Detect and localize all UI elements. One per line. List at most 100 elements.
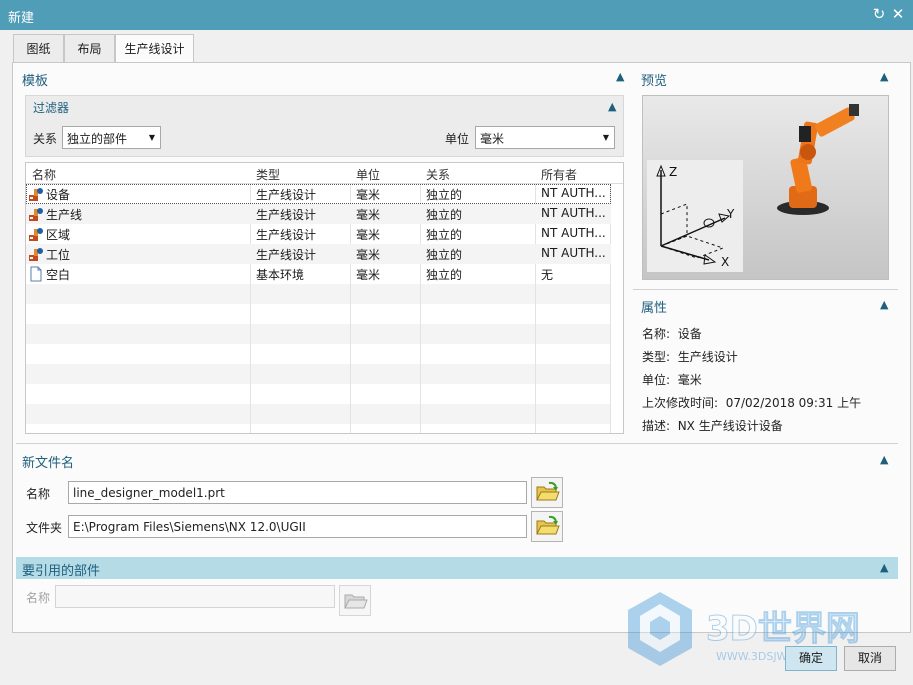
cell-relation: 独立的 (426, 248, 463, 262)
cell-unit: 毫米 (356, 228, 381, 242)
blank-file-icon (30, 266, 42, 282)
table-row-production-line[interactable]: 生产线 生产线设计 毫米 独立的 NT AUTH... (26, 204, 611, 224)
cell-type: 生产线设计 (256, 208, 317, 222)
folder-field[interactable] (68, 515, 527, 538)
property-label: 单位: (642, 373, 671, 387)
ref-name-field[interactable] (55, 585, 335, 608)
cancel-button[interactable]: 取消 (844, 646, 896, 671)
table-row-blank[interactable]: 空白 基本环境 毫米 独立的 无 (26, 264, 611, 284)
column-header-unit[interactable]: 单位 (356, 166, 380, 183)
browse-folder-button[interactable] (531, 511, 563, 542)
title-bar: 新建 ↻ ✕ (0, 0, 913, 30)
cell-unit: 毫米 (356, 188, 381, 202)
column-header-owner[interactable]: 所有者 (541, 166, 577, 183)
referenced-parts-section-title: 要引用的部件 (22, 564, 101, 579)
ok-button[interactable]: 确定 (785, 646, 837, 671)
properties-section-title: 属性 (641, 301, 668, 316)
unit-label: 单位 (445, 132, 470, 146)
window-title: 新建 (8, 11, 35, 26)
cell-type: 生产线设计 (256, 188, 317, 202)
cell-owner: NT AUTH... (541, 246, 606, 260)
table-row-station[interactable]: 工位 生产线设计 毫米 独立的 NT AUTH... (26, 244, 611, 264)
cell-name: 空白 (46, 268, 71, 282)
cell-owner: NT AUTH... (541, 226, 606, 240)
property-label: 描述: (642, 419, 671, 433)
browse-filename-button[interactable] (531, 477, 563, 508)
new-filename-section-title: 新文件名 (22, 456, 75, 471)
table-row-empty (26, 404, 611, 424)
assembly-robot-icon (29, 248, 43, 261)
y-axis-label: Y (726, 207, 735, 221)
cell-unit: 毫米 (356, 268, 381, 282)
property-type: 类型: 生产线设计 (642, 348, 738, 365)
x-axis-label: X (721, 255, 729, 269)
cell-relation: 独立的 (426, 228, 463, 242)
tab-layout[interactable]: 布局 (64, 34, 115, 63)
collapse-new-filename-icon[interactable]: ▲ (880, 453, 888, 466)
preview-section-title: 预览 (641, 74, 668, 89)
collapse-filter-icon[interactable]: ▲ (608, 100, 616, 113)
divider (633, 289, 898, 290)
robot-model (777, 104, 859, 215)
z-axis-label: Z (669, 165, 677, 179)
unit-select[interactable]: 毫米 ▼ (475, 126, 615, 149)
cell-type: 基本环境 (256, 268, 305, 282)
cell-relation: 独立的 (426, 268, 463, 282)
open-folder-icon (344, 594, 368, 609)
collapse-preview-icon[interactable]: ▲ (880, 70, 888, 83)
cell-name: 工位 (46, 248, 71, 262)
column-header-name[interactable]: 名称 (32, 166, 56, 183)
collapse-template-icon[interactable]: ▲ (616, 70, 624, 83)
chevron-down-icon: ▼ (148, 133, 155, 142)
cell-type: 生产线设计 (256, 248, 317, 262)
column-header-type[interactable]: 类型 (256, 166, 280, 183)
open-folder-icon (536, 481, 560, 501)
relation-select-value: 独立的部件 (67, 132, 128, 146)
watermark: 3D世界网 WWW.3DSJW.COM (620, 590, 880, 670)
watermark-logo: 3D世界网 WWW.3DSJW.COM (628, 592, 860, 666)
relation-select[interactable]: 独立的部件 ▼ (62, 126, 161, 149)
collapse-properties-icon[interactable]: ▲ (880, 298, 888, 311)
browse-ref-button[interactable] (339, 585, 371, 616)
assembly-robot-icon (29, 188, 43, 201)
property-unit: 单位: 毫米 (642, 371, 702, 388)
watermark-brand: 3D世界网 (706, 609, 860, 649)
filename-field[interactable] (68, 481, 527, 504)
property-value: 生产线设计 (677, 350, 738, 364)
cell-type: 生产线设计 (256, 228, 317, 242)
tab-line-design[interactable]: 生产线设计 (115, 34, 194, 64)
relation-label: 关系 (33, 132, 58, 146)
property-modified: 上次修改时间: 07/02/2018 09:31 上午 (642, 394, 861, 411)
table-row-area[interactable]: 区域 生产线设计 毫米 独立的 NT AUTH... (26, 224, 611, 244)
cell-relation: 独立的 (426, 188, 463, 202)
table-row-empty (26, 284, 611, 304)
template-section-title: 模板 (22, 74, 49, 89)
property-value: NX 生产线设计设备 (677, 419, 783, 433)
cell-relation: 独立的 (426, 208, 463, 222)
collapse-referenced-parts-icon[interactable]: ▲ (880, 561, 888, 574)
cell-unit: 毫米 (356, 208, 381, 222)
cell-owner: 无 (541, 268, 554, 282)
tab-drawing[interactable]: 图纸 (13, 34, 64, 63)
referenced-parts-header[interactable] (16, 557, 898, 579)
open-folder-icon (536, 515, 560, 535)
property-label: 上次修改时间: (642, 396, 719, 410)
preview-graphic: Z Y X (647, 104, 859, 272)
ref-name-input[interactable] (56, 586, 334, 607)
filename-label: 名称 (26, 487, 51, 501)
table-row-empty (26, 324, 611, 344)
column-header-relation[interactable]: 关系 (426, 166, 450, 183)
cell-name: 设备 (46, 188, 71, 202)
folder-input[interactable] (69, 516, 526, 537)
close-icon[interactable]: ✕ (889, 5, 907, 23)
property-name: 名称: 设备 (642, 325, 702, 342)
property-label: 名称: (642, 327, 671, 341)
filename-input[interactable] (69, 482, 526, 503)
table-row-equipment[interactable]: 设备 生产线设计 毫米 独立的 NT AUTH... (26, 184, 611, 204)
refresh-icon[interactable]: ↻ (870, 5, 888, 23)
filter-title: 过滤器 (33, 101, 70, 115)
divider (16, 443, 898, 444)
property-label: 类型: (642, 350, 671, 364)
template-table[interactable]: 名称 类型 单位 关系 所有者 设备 生产线设计 毫米 独立的 NT AUTH.… (25, 162, 624, 434)
unit-select-value: 毫米 (480, 132, 505, 146)
